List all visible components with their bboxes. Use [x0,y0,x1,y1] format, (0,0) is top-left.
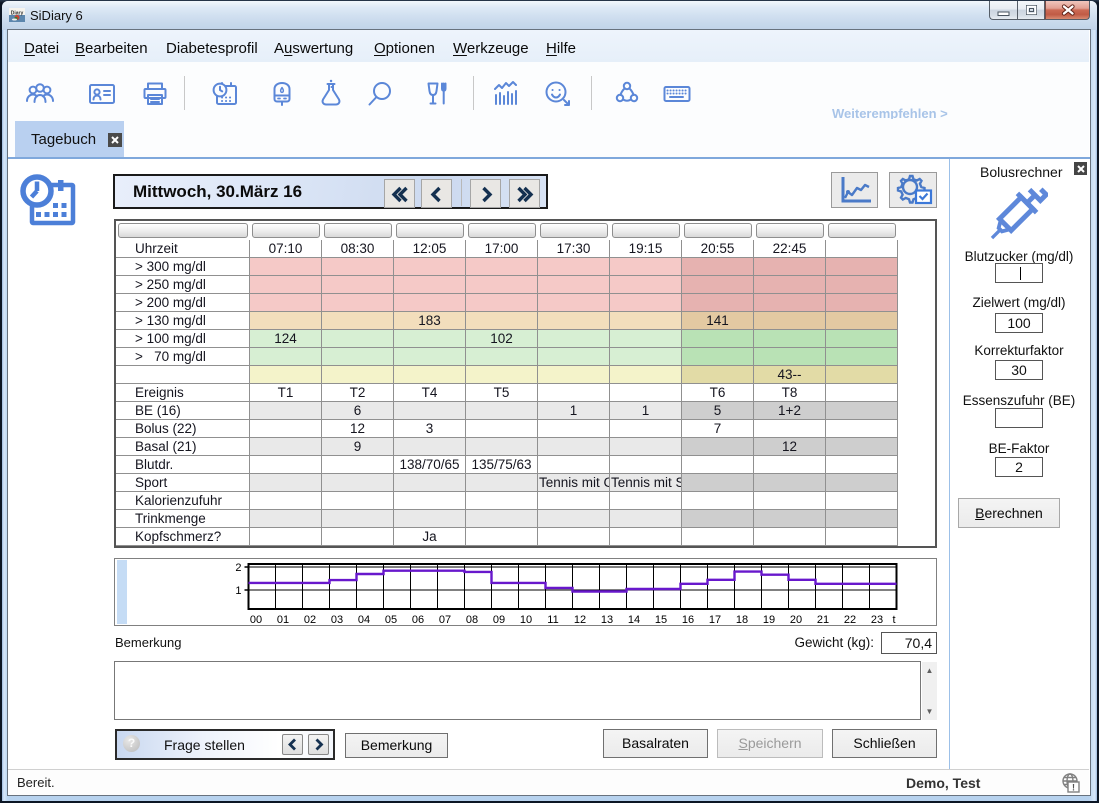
svg-text:16: 16 [682,614,694,625]
svg-text:09: 09 [493,614,505,625]
svg-text:!: ! [1072,783,1075,793]
svg-text:00: 00 [250,614,262,625]
svg-text:01: 01 [277,614,289,625]
svg-text:19: 19 [763,614,775,625]
svg-text:11: 11 [547,614,558,625]
svg-text:t: t [892,614,895,625]
svg-text:12: 12 [574,614,586,625]
svg-text:03: 03 [331,614,343,625]
svg-text:20: 20 [790,614,802,625]
svg-text:23: 23 [871,614,883,625]
svg-text:13: 13 [601,614,613,625]
svg-text:06: 06 [412,614,424,625]
svg-text:18: 18 [736,614,748,625]
svg-text:07: 07 [439,614,451,625]
svg-text:10: 10 [520,614,532,625]
svg-text:17: 17 [709,614,721,625]
svg-text:21: 21 [817,614,829,625]
svg-text:2: 2 [235,562,241,574]
svg-text:02: 02 [304,614,316,625]
svg-text:15: 15 [655,614,667,625]
svg-text:14: 14 [628,614,640,625]
svg-text:04: 04 [358,614,370,625]
svg-text:08: 08 [466,614,478,625]
svg-text:1: 1 [235,585,241,597]
svg-text:22: 22 [844,614,856,625]
svg-text:05: 05 [385,614,397,625]
